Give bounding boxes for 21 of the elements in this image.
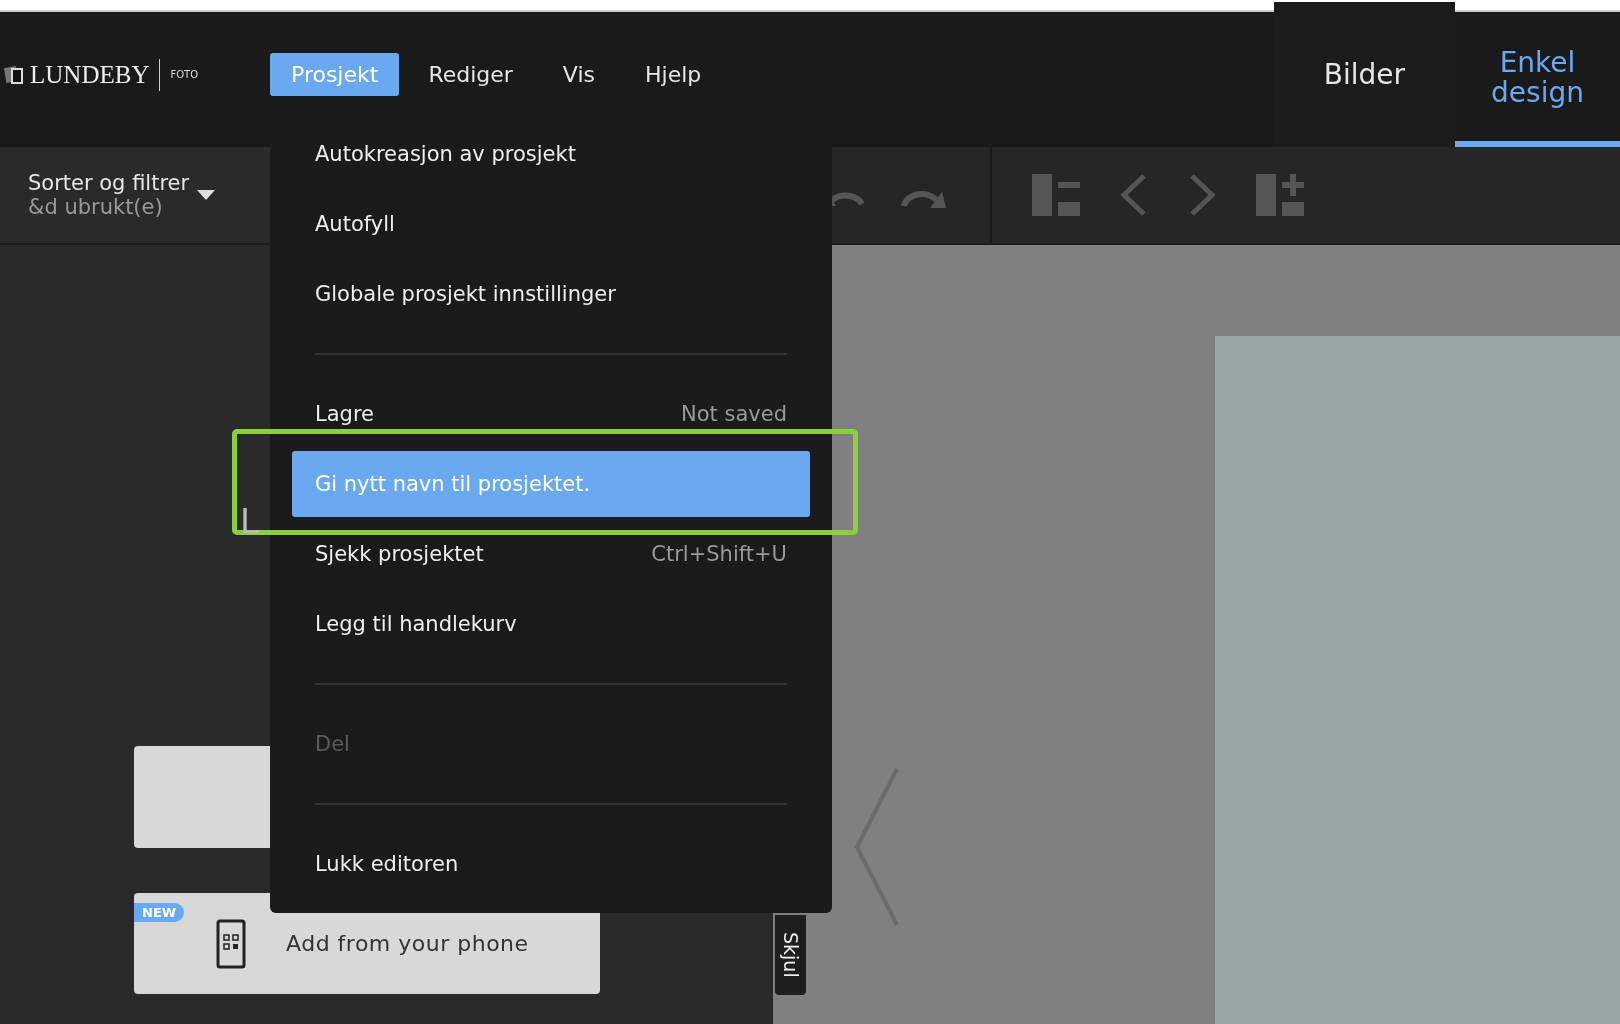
logo-subtitle: FOTO [170,69,199,80]
menu-item[interactable]: Vis [541,53,616,96]
menu-item[interactable]: Rediger [407,53,534,96]
hide-tab[interactable]: Skjul [775,915,806,995]
phone-qr-icon [216,918,246,969]
menu-item[interactable]: Lagre Not saved [292,381,810,447]
add-page-icon[interactable] [1256,174,1304,216]
menu-item[interactable]: Globale prosjekt innstillinger [292,261,810,327]
chevron-right-icon[interactable] [1188,174,1216,216]
menu-item[interactable]: Legg til handlekurv [292,591,810,657]
menu-item[interactable]: Autofyll [292,191,810,257]
layout-icon[interactable] [1032,174,1080,216]
menu-item[interactable]: Hjelp [624,53,723,96]
logo-icon [4,64,26,85]
menu-item[interactable]: Autokreasjon av prosjekt [292,121,810,187]
logo-text: LUNDEBY [30,60,150,89]
menu-item[interactable]: Sjekk prosjektet Ctrl+Shift+U [292,521,810,587]
sort-filter-dropdown[interactable]: Sorter og filtrer &d ubrukt(e) [0,147,270,245]
new-badge: NEW [134,903,185,922]
chevron-left-icon[interactable] [1120,174,1148,216]
caret-icon [197,190,216,200]
